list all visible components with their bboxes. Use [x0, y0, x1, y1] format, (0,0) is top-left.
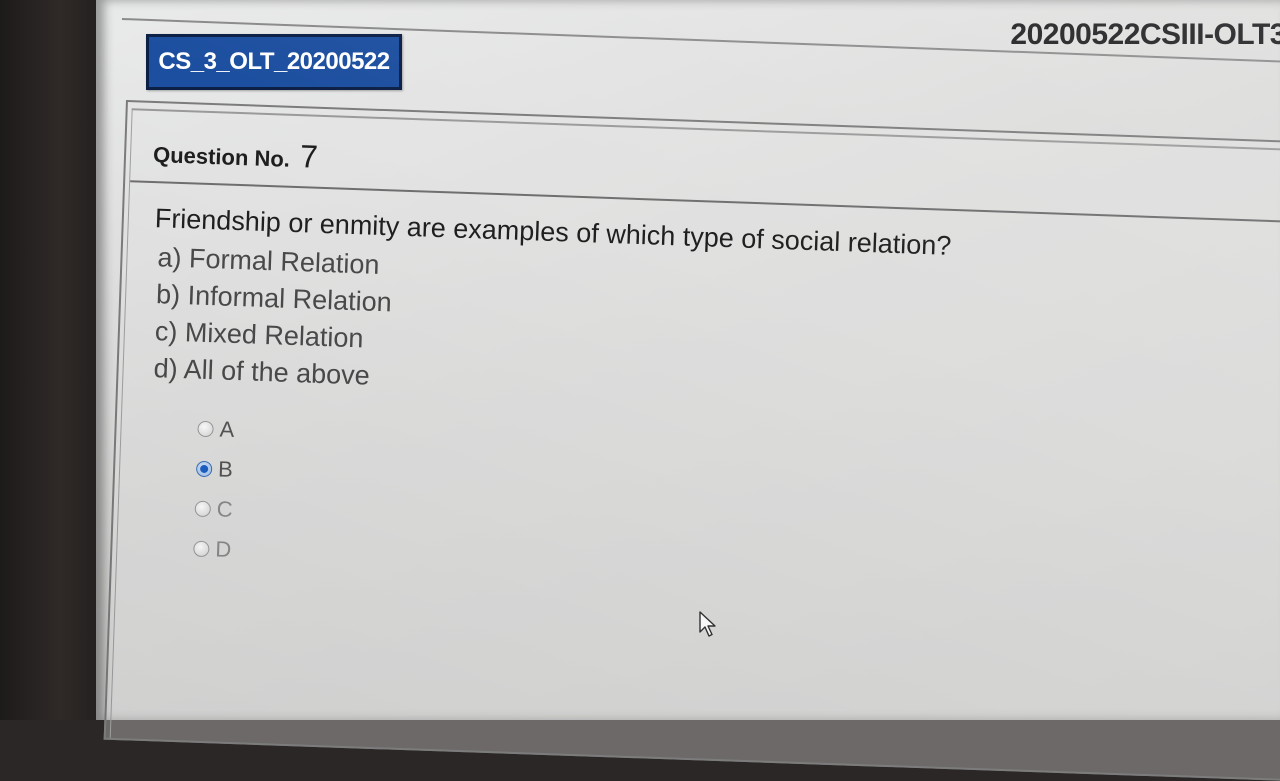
question-panel-inner: Question No. 7 Friendship or enmity are … [109, 108, 1280, 779]
answer-label-d: D [214, 536, 232, 562]
mouse-pointer-icon [699, 611, 716, 637]
radio-button-a[interactable] [197, 420, 214, 438]
question-header-bar: Question No. 7 [130, 110, 1280, 224]
radio-button-b[interactable] [195, 460, 213, 478]
subject-tab[interactable]: CS_3_OLT_20200522 [146, 34, 402, 90]
question-number-label: Question No. [152, 141, 291, 172]
radio-button-c[interactable] [194, 500, 212, 518]
answer-option-d[interactable]: D [193, 529, 232, 570]
question-panel: Question No. 7 Friendship or enmity are … [103, 100, 1280, 781]
answer-option-a[interactable]: A [197, 409, 236, 450]
answer-option-c[interactable]: C [194, 489, 233, 530]
radio-button-d[interactable] [193, 540, 210, 558]
answer-label-b: B [217, 456, 234, 482]
answer-label-c: C [216, 496, 234, 522]
question-number-value: 7 [299, 138, 319, 175]
answer-label-a: A [219, 416, 235, 442]
exam-code: 20200522CSIII-OLT3 [1010, 18, 1280, 51]
question-number: Question No. 7 [153, 133, 319, 176]
answer-radio-group: A B C D [193, 409, 236, 570]
subject-tab-label: CS_3_OLT_20200522 [158, 48, 390, 75]
option-list: a) Formal Relation b) Informal Relation … [153, 239, 394, 395]
answer-option-b[interactable]: B [195, 449, 234, 490]
option-d-text: d) All of the above [153, 353, 371, 391]
exam-screen: 20200522CSIII-OLT3 CS_3_OLT_20200522 Que… [96, 0, 1280, 781]
